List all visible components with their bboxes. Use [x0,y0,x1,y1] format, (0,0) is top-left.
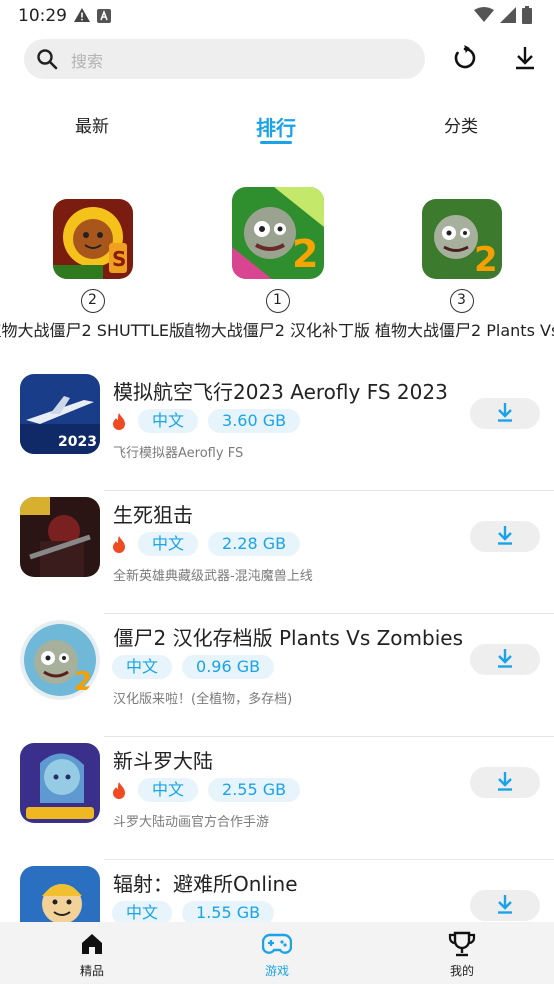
svg-text:2: 2 [292,232,318,276]
list-item[interactable]: 2 植物大战僵尸2 汉化存档版 Plants Vs Zombies 中文 0.9… [0,614,554,737]
download-icon [496,771,514,795]
game-title: 植物大战僵尸2 汉化存档版 Plants Vs Zombies [113,626,463,650]
size-chip: 2.28 GB [208,532,301,556]
fire-icon [112,411,128,431]
rank-badge: 1 [265,289,290,313]
download-icon [496,894,514,918]
nav-label: 我的 [449,964,474,978]
svg-text:2: 2 [74,667,92,697]
list-item[interactable]: 生死狙击 中文 2.28 GB 全新英雄典藏级武器-混沌魔兽上线 [0,491,554,614]
downloads-button[interactable] [509,44,541,76]
status-bar: 10:29 [0,0,554,32]
game-list: 2023 模拟航空飞行2023 Aerofly FS 2023 中文 3.60 … [0,368,554,983]
battery-icon [522,6,532,28]
nav-games[interactable]: 游戏 [227,930,327,979]
gamepad-icon [227,930,327,958]
game-description: 飞行模拟器Aerofly FS [113,446,244,461]
podium-item-1[interactable]: 2 1 植物大战僵尸2 汉化补丁版 [185,187,370,341]
download-icon [513,45,537,75]
game-title: 生死狙击 [113,503,193,527]
language-chip: 中文 [138,409,199,433]
tab-ranking[interactable]: 排行 [216,112,336,141]
nav-label: 游戏 [264,964,289,978]
fire-icon [112,534,128,554]
status-time: 10:29 [18,6,67,26]
podium-item-3[interactable]: 2 3 植物大战僵尸2 Plants Vs Zombies [369,199,554,341]
svg-text:2023: 2023 [58,434,97,450]
search-icon [36,48,58,74]
fire-icon [112,780,128,800]
tab-indicator [260,141,292,144]
app-notification-icon [97,8,111,27]
podium-item-2[interactable]: S 2 植物大战僵尸2 SHUTTLE版 [0,199,185,341]
tab-latest[interactable]: 最新 [32,112,152,137]
list-item[interactable]: 2023 模拟航空飞行2023 Aerofly FS 2023 中文 3.60 … [0,368,554,491]
rank-badge: 2 [80,289,105,313]
game-description: 汉化版来啦！(全植物，多存档) [113,692,293,707]
svg-text:S: S [112,247,126,271]
size-chip: 2.55 GB [208,778,301,802]
bottom-nav: 精品 游戏 我的 [0,922,554,984]
search-input[interactable]: 搜索 [71,48,103,72]
download-button[interactable] [470,890,540,921]
list-item[interactable]: 新斗罗大陆 中文 2.55 GB 斗罗大陆动画官方合作手游 [0,737,554,860]
search-bar[interactable]: 搜索 [24,39,425,79]
size-chip: 3.60 GB [208,409,301,433]
podium-title: 植物大战僵尸2 汉化补丁版 [185,321,370,340]
rank-badge: 3 [449,289,474,313]
svg-text:2: 2 [474,240,498,279]
language-chip: 中文 [112,655,173,679]
game-description: 全新英雄典藏级武器-混沌魔兽上线 [113,569,313,584]
download-icon [496,402,514,426]
download-button[interactable] [470,644,540,675]
wifi-icon [474,7,494,27]
game-description: 斗罗大陆动画官方合作手游 [113,815,270,830]
download-icon [496,525,514,549]
game-icon-sniper [20,497,100,577]
game-title: 新斗罗大陆 [113,749,213,773]
download-button[interactable] [470,398,540,429]
game-icon-sunflower: S [52,199,133,279]
language-chip: 中文 [138,778,199,802]
download-button[interactable] [470,521,540,552]
size-chip: 0.96 GB [182,655,275,679]
game-icon-douluo [20,743,100,823]
podium-title: 植物大战僵尸2 SHUTTLE版 [0,321,185,340]
game-icon-zombie-hanhua: 2 [231,187,324,279]
trophy-icon [412,930,512,958]
nav-label: 精品 [79,964,104,978]
nav-mine[interactable]: 我的 [412,930,512,979]
warning-icon [73,7,91,27]
tab-category[interactable]: 分类 [401,112,521,137]
refresh-button[interactable] [449,44,481,76]
signal-icon [500,7,516,27]
nav-featured[interactable]: 精品 [42,930,142,979]
podium-title: 植物大战僵尸2 Plants Vs Zombies [375,321,554,340]
refresh-icon [452,45,478,75]
game-icon-zombie-save: 2 [20,620,100,700]
game-icon-aerofly: 2023 [20,374,100,454]
game-title: 模拟航空飞行2023 Aerofly FS 2023 [113,380,448,404]
game-title: 辐射：避难所Online [113,872,298,896]
home-icon [42,930,142,958]
language-chip: 中文 [138,532,199,556]
game-icon-zombie-plants: 2 [421,199,502,279]
download-button[interactable] [470,767,540,798]
download-icon [496,648,514,672]
